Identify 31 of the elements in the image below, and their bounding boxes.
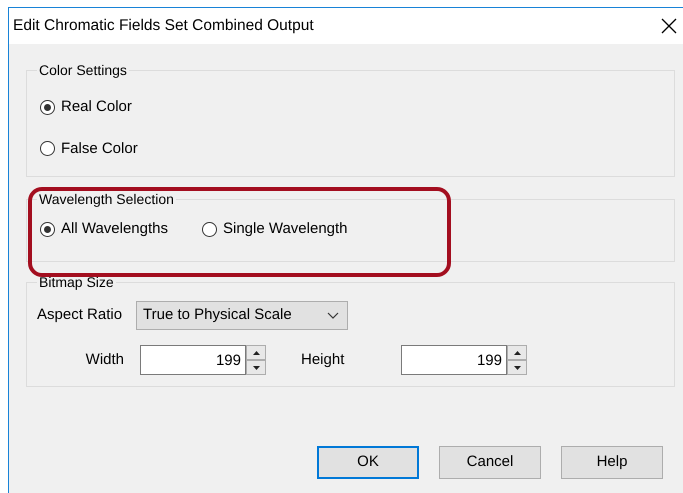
dialog-button[interactable]: Cancel xyxy=(439,446,541,479)
number-field[interactable]: 199 xyxy=(140,345,246,375)
field-label: Aspect Ratio xyxy=(37,305,122,326)
radio-label: Single Wavelength xyxy=(223,219,348,239)
radio-button[interactable] xyxy=(40,222,55,237)
number-field[interactable]: 199 xyxy=(401,345,507,375)
down-arrow-icon xyxy=(252,366,260,370)
spin-down-button[interactable] xyxy=(246,360,266,375)
spin-down-button[interactable] xyxy=(507,360,527,375)
radio-label: All Wavelengths xyxy=(61,219,168,239)
window-title: Edit Chromatic Fields Set Combined Output xyxy=(13,16,314,36)
dialog-button[interactable]: Help xyxy=(561,446,663,479)
spin-up-button[interactable] xyxy=(507,345,527,360)
up-arrow-icon xyxy=(252,350,260,354)
radio-label: False Color xyxy=(61,138,138,158)
group-label: Bitmap Size xyxy=(38,274,115,291)
radio-button[interactable] xyxy=(40,100,55,115)
up-arrow-icon xyxy=(514,350,520,354)
group-label: Wavelength Selection xyxy=(38,191,175,208)
radio-button[interactable] xyxy=(40,141,55,156)
field-label: Width xyxy=(84,350,124,370)
radio-button[interactable] xyxy=(202,222,217,237)
dropdown[interactable]: True to Physical Scale xyxy=(136,301,348,330)
down-arrow-icon xyxy=(514,366,520,370)
chevron-down-icon xyxy=(327,312,340,319)
close-icon[interactable] xyxy=(661,18,677,34)
radio-label: Real Color xyxy=(61,97,132,117)
spin-up-button[interactable] xyxy=(246,345,266,360)
group-label: Color Settings xyxy=(38,62,128,79)
dialog-button[interactable]: OK xyxy=(317,446,419,479)
field-label: Height xyxy=(301,350,346,370)
